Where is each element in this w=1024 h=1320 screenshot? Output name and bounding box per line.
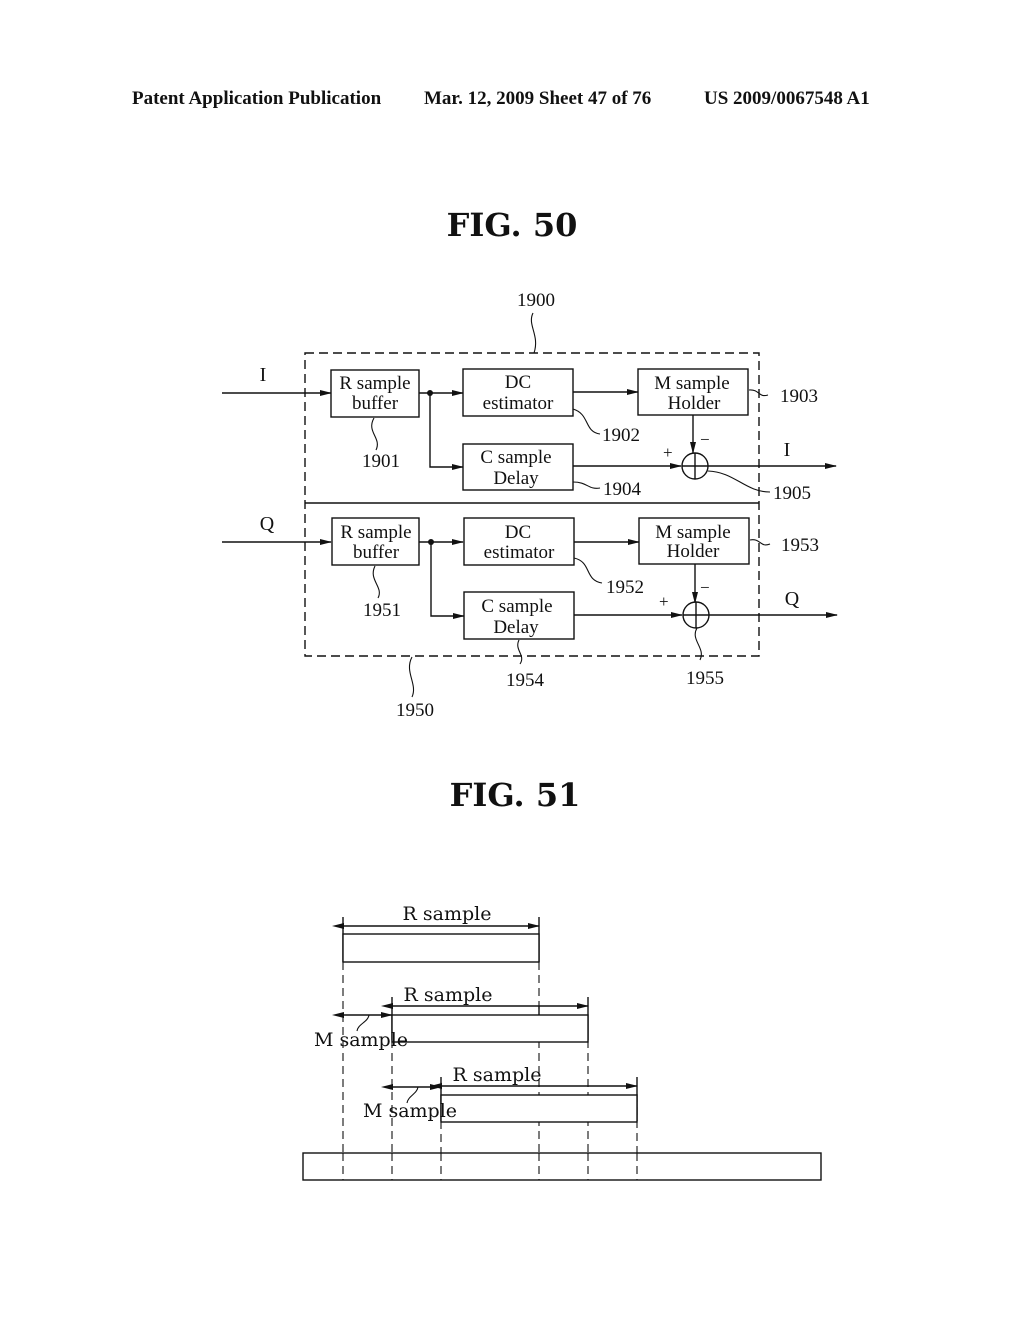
svg-text:estimator: estimator bbox=[483, 393, 554, 414]
r-sample-label-3: R sample bbox=[453, 1064, 542, 1086]
m-sample-label-2: M sample bbox=[363, 1100, 457, 1122]
input-label-i: I bbox=[260, 364, 267, 386]
r-sample-buffer-1951: R sample buffer bbox=[331, 517, 420, 566]
minus-sign-q: − bbox=[700, 578, 710, 597]
plus-sign-i: + bbox=[663, 443, 673, 462]
dc-estimator-1902: DC estimator bbox=[462, 368, 574, 417]
plus-sign-q: + bbox=[659, 592, 669, 611]
fig50-title: FIG. 50 bbox=[447, 206, 578, 244]
r-sample-buffer-1901: R sample buffer bbox=[330, 369, 420, 418]
m-sample-holder-1953: M sample Holder bbox=[638, 517, 750, 565]
input-label-q: Q bbox=[260, 513, 275, 535]
svg-text:DC: DC bbox=[505, 372, 531, 393]
svg-text:R sample: R sample bbox=[339, 373, 410, 394]
ref-1950: 1950 bbox=[396, 700, 434, 721]
r-sample-window-2: R sample M sample bbox=[314, 984, 589, 1051]
svg-text:Delay: Delay bbox=[493, 468, 539, 489]
channel-i: I R sample buffer 1901 DC estimator 1902 bbox=[222, 364, 837, 504]
ref-1904: 1904 bbox=[603, 479, 642, 500]
ref-1900: 1900 bbox=[517, 290, 555, 311]
r-sample-label-1: R sample bbox=[403, 903, 492, 925]
r-sample-label-2: R sample bbox=[404, 984, 493, 1006]
r-sample-window-1: R sample bbox=[332, 903, 540, 963]
fig51-title: FIG. 51 bbox=[450, 776, 581, 814]
leader-1900 bbox=[530, 312, 537, 354]
c-sample-delay-1904: C sample Delay bbox=[462, 443, 574, 491]
ref-1901: 1901 bbox=[362, 451, 400, 472]
svg-text:M sample: M sample bbox=[654, 373, 729, 394]
svg-text:Holder: Holder bbox=[668, 393, 721, 414]
c-sample-delay-1954: C sample Delay bbox=[463, 591, 575, 640]
ref-1953: 1953 bbox=[781, 535, 819, 556]
line-to-delay-q bbox=[430, 542, 465, 619]
svg-text:buffer: buffer bbox=[353, 542, 400, 563]
ref-1954: 1954 bbox=[506, 670, 545, 691]
r-sample-window-3: R sample M sample bbox=[363, 1064, 638, 1123]
svg-text:DC: DC bbox=[505, 522, 531, 543]
ref-1951: 1951 bbox=[363, 600, 401, 621]
svg-text:C sample: C sample bbox=[481, 596, 552, 617]
ref-1905: 1905 bbox=[773, 483, 811, 504]
m-sample-holder-1903: M sample Holder bbox=[637, 368, 749, 416]
patent-figures: FIG. 50 1900 1950 I R sample buffer 1901 bbox=[222, 206, 838, 1181]
ref-1902: 1902 bbox=[602, 425, 640, 446]
line-to-delay-i bbox=[429, 393, 464, 470]
sample-stream-bar bbox=[302, 1152, 822, 1181]
adder-1905 bbox=[681, 452, 709, 480]
channel-q: Q R sample buffer 1951 DC estimator 1952 bbox=[222, 513, 838, 691]
svg-text:estimator: estimator bbox=[484, 542, 555, 563]
fig50: FIG. 50 1900 1950 I R sample buffer 1901 bbox=[222, 206, 838, 721]
dc-estimator-1952: DC estimator bbox=[463, 517, 575, 566]
ref-1903: 1903 bbox=[780, 386, 818, 407]
ref-1955: 1955 bbox=[686, 668, 724, 689]
svg-text:M sample: M sample bbox=[655, 522, 730, 543]
leader-1950 bbox=[408, 656, 414, 698]
svg-text:Holder: Holder bbox=[667, 541, 720, 562]
svg-text:R sample: R sample bbox=[340, 522, 411, 543]
output-label-i: I bbox=[784, 439, 791, 461]
output-label-q: Q bbox=[785, 588, 800, 610]
fig51: FIG. 51 R sample R sample M sample R sam… bbox=[302, 776, 822, 1181]
adder-1955 bbox=[682, 601, 710, 629]
m-sample-label-1: M sample bbox=[314, 1029, 408, 1051]
svg-text:buffer: buffer bbox=[352, 393, 399, 414]
ref-1952: 1952 bbox=[606, 577, 644, 598]
svg-text:Delay: Delay bbox=[493, 617, 539, 638]
minus-sign-i: − bbox=[700, 430, 710, 449]
svg-text:C sample: C sample bbox=[480, 447, 551, 468]
